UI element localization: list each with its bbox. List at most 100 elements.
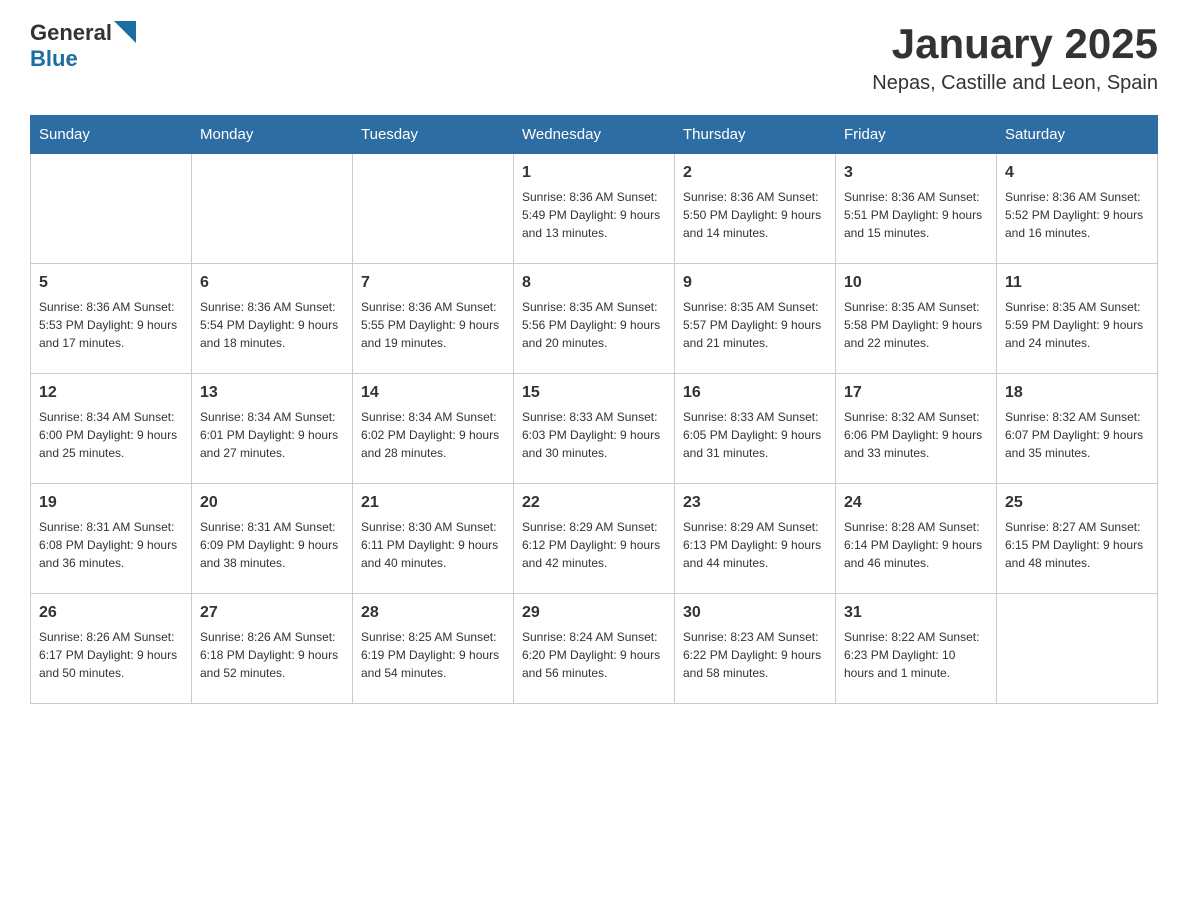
day-info: Sunrise: 8:28 AM Sunset: 6:14 PM Dayligh… [844, 518, 988, 572]
calendar-cell: 6Sunrise: 8:36 AM Sunset: 5:54 PM Daylig… [192, 264, 353, 374]
calendar-cell: 28 Sunrise: 8:25 AM Sunset: 6:19 PM Dayli… [353, 594, 514, 704]
calendar-table: SundayMondayTuesdayWednesdayThursdayFrid… [30, 115, 1158, 704]
calendar-cell: 9Sunrise: 8:35 AM Sunset: 5:57 PM Daylig… [675, 264, 836, 374]
day-number: 22 [522, 492, 666, 514]
calendar-week-row: 1 Sunrise: 8:36 AM Sunset: 5:49 PM Daylig… [31, 154, 1158, 264]
day-info: Sunrise: 8:34 AM Sunset: 6:02 PM Dayligh… [361, 408, 505, 462]
calendar-cell: 16 Sunrise: 8:33 AM Sunset: 6:05 PM Dayli… [675, 374, 836, 484]
day-number: 6 [200, 272, 344, 294]
calendar-cell [31, 154, 192, 264]
weekday-header-friday: Friday [836, 116, 997, 154]
calendar-cell: 15Sunrise: 8:33 AM Sunset: 6:03 PM Dayli… [514, 374, 675, 484]
day-info: Sunrise: 8:36 AM Sunset: 5:52 PM Dayligh… [1005, 188, 1149, 242]
calendar-subtitle: Nepas, Castille and Leon, Spain [872, 72, 1158, 95]
day-info: Sunrise: 8:33 AM Sunset: 6:05 PM Dayligh… [683, 408, 827, 462]
day-number: 25 [1005, 492, 1149, 514]
day-info: Sunrise: 8:35 AM Sunset: 5:58 PM Dayligh… [844, 298, 988, 352]
calendar-cell: 1 Sunrise: 8:36 AM Sunset: 5:49 PM Daylig… [514, 154, 675, 264]
day-number: 1 [522, 162, 666, 184]
day-number: 2 [683, 162, 827, 184]
calendar-week-row: 12 Sunrise: 8:34 AM Sunset: 6:00 PM Dayli… [31, 374, 1158, 484]
day-number: 8 [522, 272, 666, 294]
day-number: 12 [39, 382, 183, 404]
day-info: Sunrise: 8:26 AM Sunset: 6:17 PM Dayligh… [39, 628, 183, 682]
weekday-header-thursday: Thursday [675, 116, 836, 154]
calendar-cell: 7 Sunrise: 8:36 AM Sunset: 5:55 PM Daylig… [353, 264, 514, 374]
day-number: 19 [39, 492, 183, 514]
calendar-cell: 21Sunrise: 8:30 AM Sunset: 6:11 PM Dayli… [353, 484, 514, 594]
day-number: 16 [683, 382, 827, 404]
day-info: Sunrise: 8:29 AM Sunset: 6:13 PM Dayligh… [683, 518, 827, 572]
calendar-cell: 31Sunrise: 8:22 AM Sunset: 6:23 PM Dayli… [836, 594, 997, 704]
weekday-header-wednesday: Wednesday [514, 116, 675, 154]
day-info: Sunrise: 8:36 AM Sunset: 5:50 PM Dayligh… [683, 188, 827, 242]
calendar-cell: 25 Sunrise: 8:27 AM Sunset: 6:15 PM Dayli… [997, 484, 1158, 594]
calendar-week-row: 26 Sunrise: 8:26 AM Sunset: 6:17 PM Dayli… [31, 594, 1158, 704]
day-info: Sunrise: 8:24 AM Sunset: 6:20 PM Dayligh… [522, 628, 666, 682]
day-info: Sunrise: 8:35 AM Sunset: 5:59 PM Dayligh… [1005, 298, 1149, 352]
calendar-cell: 24 Sunrise: 8:28 AM Sunset: 6:14 PM Dayli… [836, 484, 997, 594]
day-number: 13 [200, 382, 344, 404]
day-number: 14 [361, 382, 505, 404]
day-info: Sunrise: 8:32 AM Sunset: 6:07 PM Dayligh… [1005, 408, 1149, 462]
day-info: Sunrise: 8:25 AM Sunset: 6:19 PM Dayligh… [361, 628, 505, 682]
calendar-cell: 8Sunrise: 8:35 AM Sunset: 5:56 PM Daylig… [514, 264, 675, 374]
day-info: Sunrise: 8:29 AM Sunset: 6:12 PM Dayligh… [522, 518, 666, 572]
day-number: 29 [522, 602, 666, 624]
day-number: 21 [361, 492, 505, 514]
calendar-cell: 30 Sunrise: 8:23 AM Sunset: 6:22 PM Dayli… [675, 594, 836, 704]
calendar-week-row: 5Sunrise: 8:36 AM Sunset: 5:53 PM Daylig… [31, 264, 1158, 374]
day-number: 28 [361, 602, 505, 624]
logo-general-text: General [30, 20, 112, 46]
day-number: 11 [1005, 272, 1149, 294]
page-header: General Blue January 2025 Nepas, Castill… [30, 20, 1158, 95]
day-info: Sunrise: 8:36 AM Sunset: 5:49 PM Dayligh… [522, 188, 666, 242]
day-number: 7 [361, 272, 505, 294]
day-number: 3 [844, 162, 988, 184]
calendar-cell: 23 Sunrise: 8:29 AM Sunset: 6:13 PM Dayli… [675, 484, 836, 594]
calendar-cell: 20 Sunrise: 8:31 AM Sunset: 6:09 PM Dayli… [192, 484, 353, 594]
day-number: 27 [200, 602, 344, 624]
title-block: January 2025 Nepas, Castille and Leon, S… [872, 20, 1158, 95]
day-info: Sunrise: 8:36 AM Sunset: 5:55 PM Dayligh… [361, 298, 505, 352]
day-info: Sunrise: 8:34 AM Sunset: 6:01 PM Dayligh… [200, 408, 344, 462]
calendar-cell: 17Sunrise: 8:32 AM Sunset: 6:06 PM Dayli… [836, 374, 997, 484]
day-info: Sunrise: 8:27 AM Sunset: 6:15 PM Dayligh… [1005, 518, 1149, 572]
calendar-cell: 19Sunrise: 8:31 AM Sunset: 6:08 PM Dayli… [31, 484, 192, 594]
calendar-cell: 2 Sunrise: 8:36 AM Sunset: 5:50 PM Daylig… [675, 154, 836, 264]
day-number: 15 [522, 382, 666, 404]
day-info: Sunrise: 8:23 AM Sunset: 6:22 PM Dayligh… [683, 628, 827, 682]
day-info: Sunrise: 8:36 AM Sunset: 5:53 PM Dayligh… [39, 298, 183, 352]
day-info: Sunrise: 8:32 AM Sunset: 6:06 PM Dayligh… [844, 408, 988, 462]
calendar-cell: 10Sunrise: 8:35 AM Sunset: 5:58 PM Dayli… [836, 264, 997, 374]
calendar-cell: 27Sunrise: 8:26 AM Sunset: 6:18 PM Dayli… [192, 594, 353, 704]
calendar-cell: 12 Sunrise: 8:34 AM Sunset: 6:00 PM Dayli… [31, 374, 192, 484]
day-number: 20 [200, 492, 344, 514]
calendar-cell: 26 Sunrise: 8:26 AM Sunset: 6:17 PM Dayli… [31, 594, 192, 704]
weekday-header-sunday: Sunday [31, 116, 192, 154]
calendar-cell: 5Sunrise: 8:36 AM Sunset: 5:53 PM Daylig… [31, 264, 192, 374]
day-number: 26 [39, 602, 183, 624]
calendar-week-row: 19Sunrise: 8:31 AM Sunset: 6:08 PM Dayli… [31, 484, 1158, 594]
day-number: 30 [683, 602, 827, 624]
day-number: 24 [844, 492, 988, 514]
logo-triangle-icon [114, 21, 136, 43]
logo-blue-text: Blue [30, 46, 78, 71]
day-number: 4 [1005, 162, 1149, 184]
day-number: 18 [1005, 382, 1149, 404]
calendar-cell: 14 Sunrise: 8:34 AM Sunset: 6:02 PM Dayli… [353, 374, 514, 484]
logo: General Blue [30, 20, 136, 72]
calendar-cell: 18 Sunrise: 8:32 AM Sunset: 6:07 PM Dayli… [997, 374, 1158, 484]
calendar-cell: 22 Sunrise: 8:29 AM Sunset: 6:12 PM Dayli… [514, 484, 675, 594]
calendar-cell: 29 Sunrise: 8:24 AM Sunset: 6:20 PM Dayli… [514, 594, 675, 704]
calendar-cell [192, 154, 353, 264]
day-info: Sunrise: 8:36 AM Sunset: 5:51 PM Dayligh… [844, 188, 988, 242]
day-number: 9 [683, 272, 827, 294]
weekday-header-row: SundayMondayTuesdayWednesdayThursdayFrid… [31, 116, 1158, 154]
day-info: Sunrise: 8:34 AM Sunset: 6:00 PM Dayligh… [39, 408, 183, 462]
weekday-header-monday: Monday [192, 116, 353, 154]
calendar-cell: 13 Sunrise: 8:34 AM Sunset: 6:01 PM Dayli… [192, 374, 353, 484]
day-info: Sunrise: 8:31 AM Sunset: 6:09 PM Dayligh… [200, 518, 344, 572]
day-number: 23 [683, 492, 827, 514]
calendar-cell: 3 Sunrise: 8:36 AM Sunset: 5:51 PM Daylig… [836, 154, 997, 264]
